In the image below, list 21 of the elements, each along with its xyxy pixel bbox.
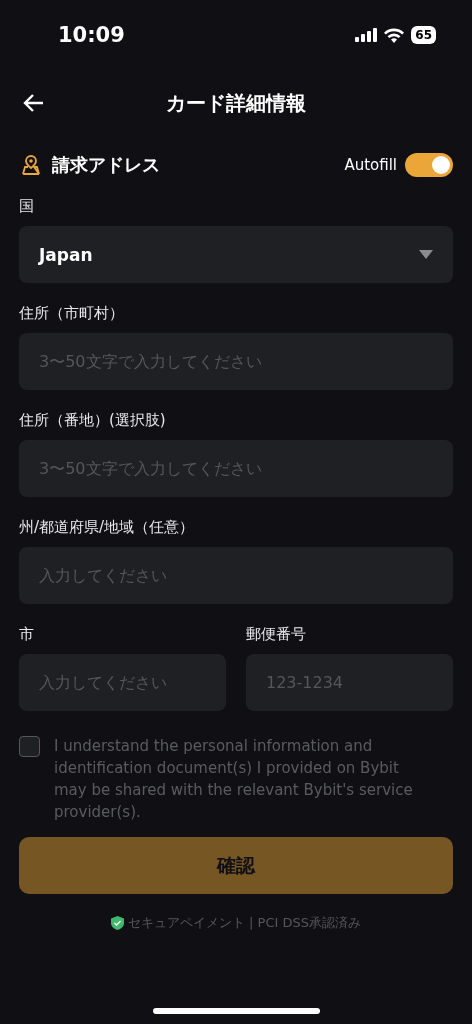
- autofill-toggle[interactable]: [405, 153, 453, 177]
- field-label: 郵便番号: [246, 624, 307, 644]
- battery-indicator: 65: [411, 26, 436, 44]
- consent-text: I understand the personal information and identification document(s) I provided on Bybit may be shared with the relevant Bybit's service provider(s).: [54, 736, 414, 823]
- section-title: 請求アドレス: [52, 153, 160, 177]
- caret-icon: [419, 249, 433, 260]
- location-icon: [20, 154, 42, 176]
- autofill-label: Autofill: [344, 156, 397, 174]
- field-label: 住所（番地）(選択肢): [19, 410, 167, 430]
- consent-checkbox[interactable]: [19, 736, 40, 757]
- clock: 10:09: [58, 23, 125, 47]
- field-label: 住所（市町村）: [19, 303, 125, 323]
- field-label: 国: [19, 196, 35, 216]
- field-label: 州/都道府県/地域（任意）: [19, 517, 196, 537]
- signal-icon: [355, 28, 378, 42]
- field-label: 市: [19, 624, 35, 644]
- wifi-icon: [384, 27, 405, 43]
- shield-icon: [110, 916, 124, 930]
- country-dropdown[interactable]: Japan: [19, 226, 453, 283]
- page-title: カード詳細情報: [166, 89, 306, 117]
- secure-payment-note: セキュアペイメント | PCI DSS承認済み: [127, 914, 361, 932]
